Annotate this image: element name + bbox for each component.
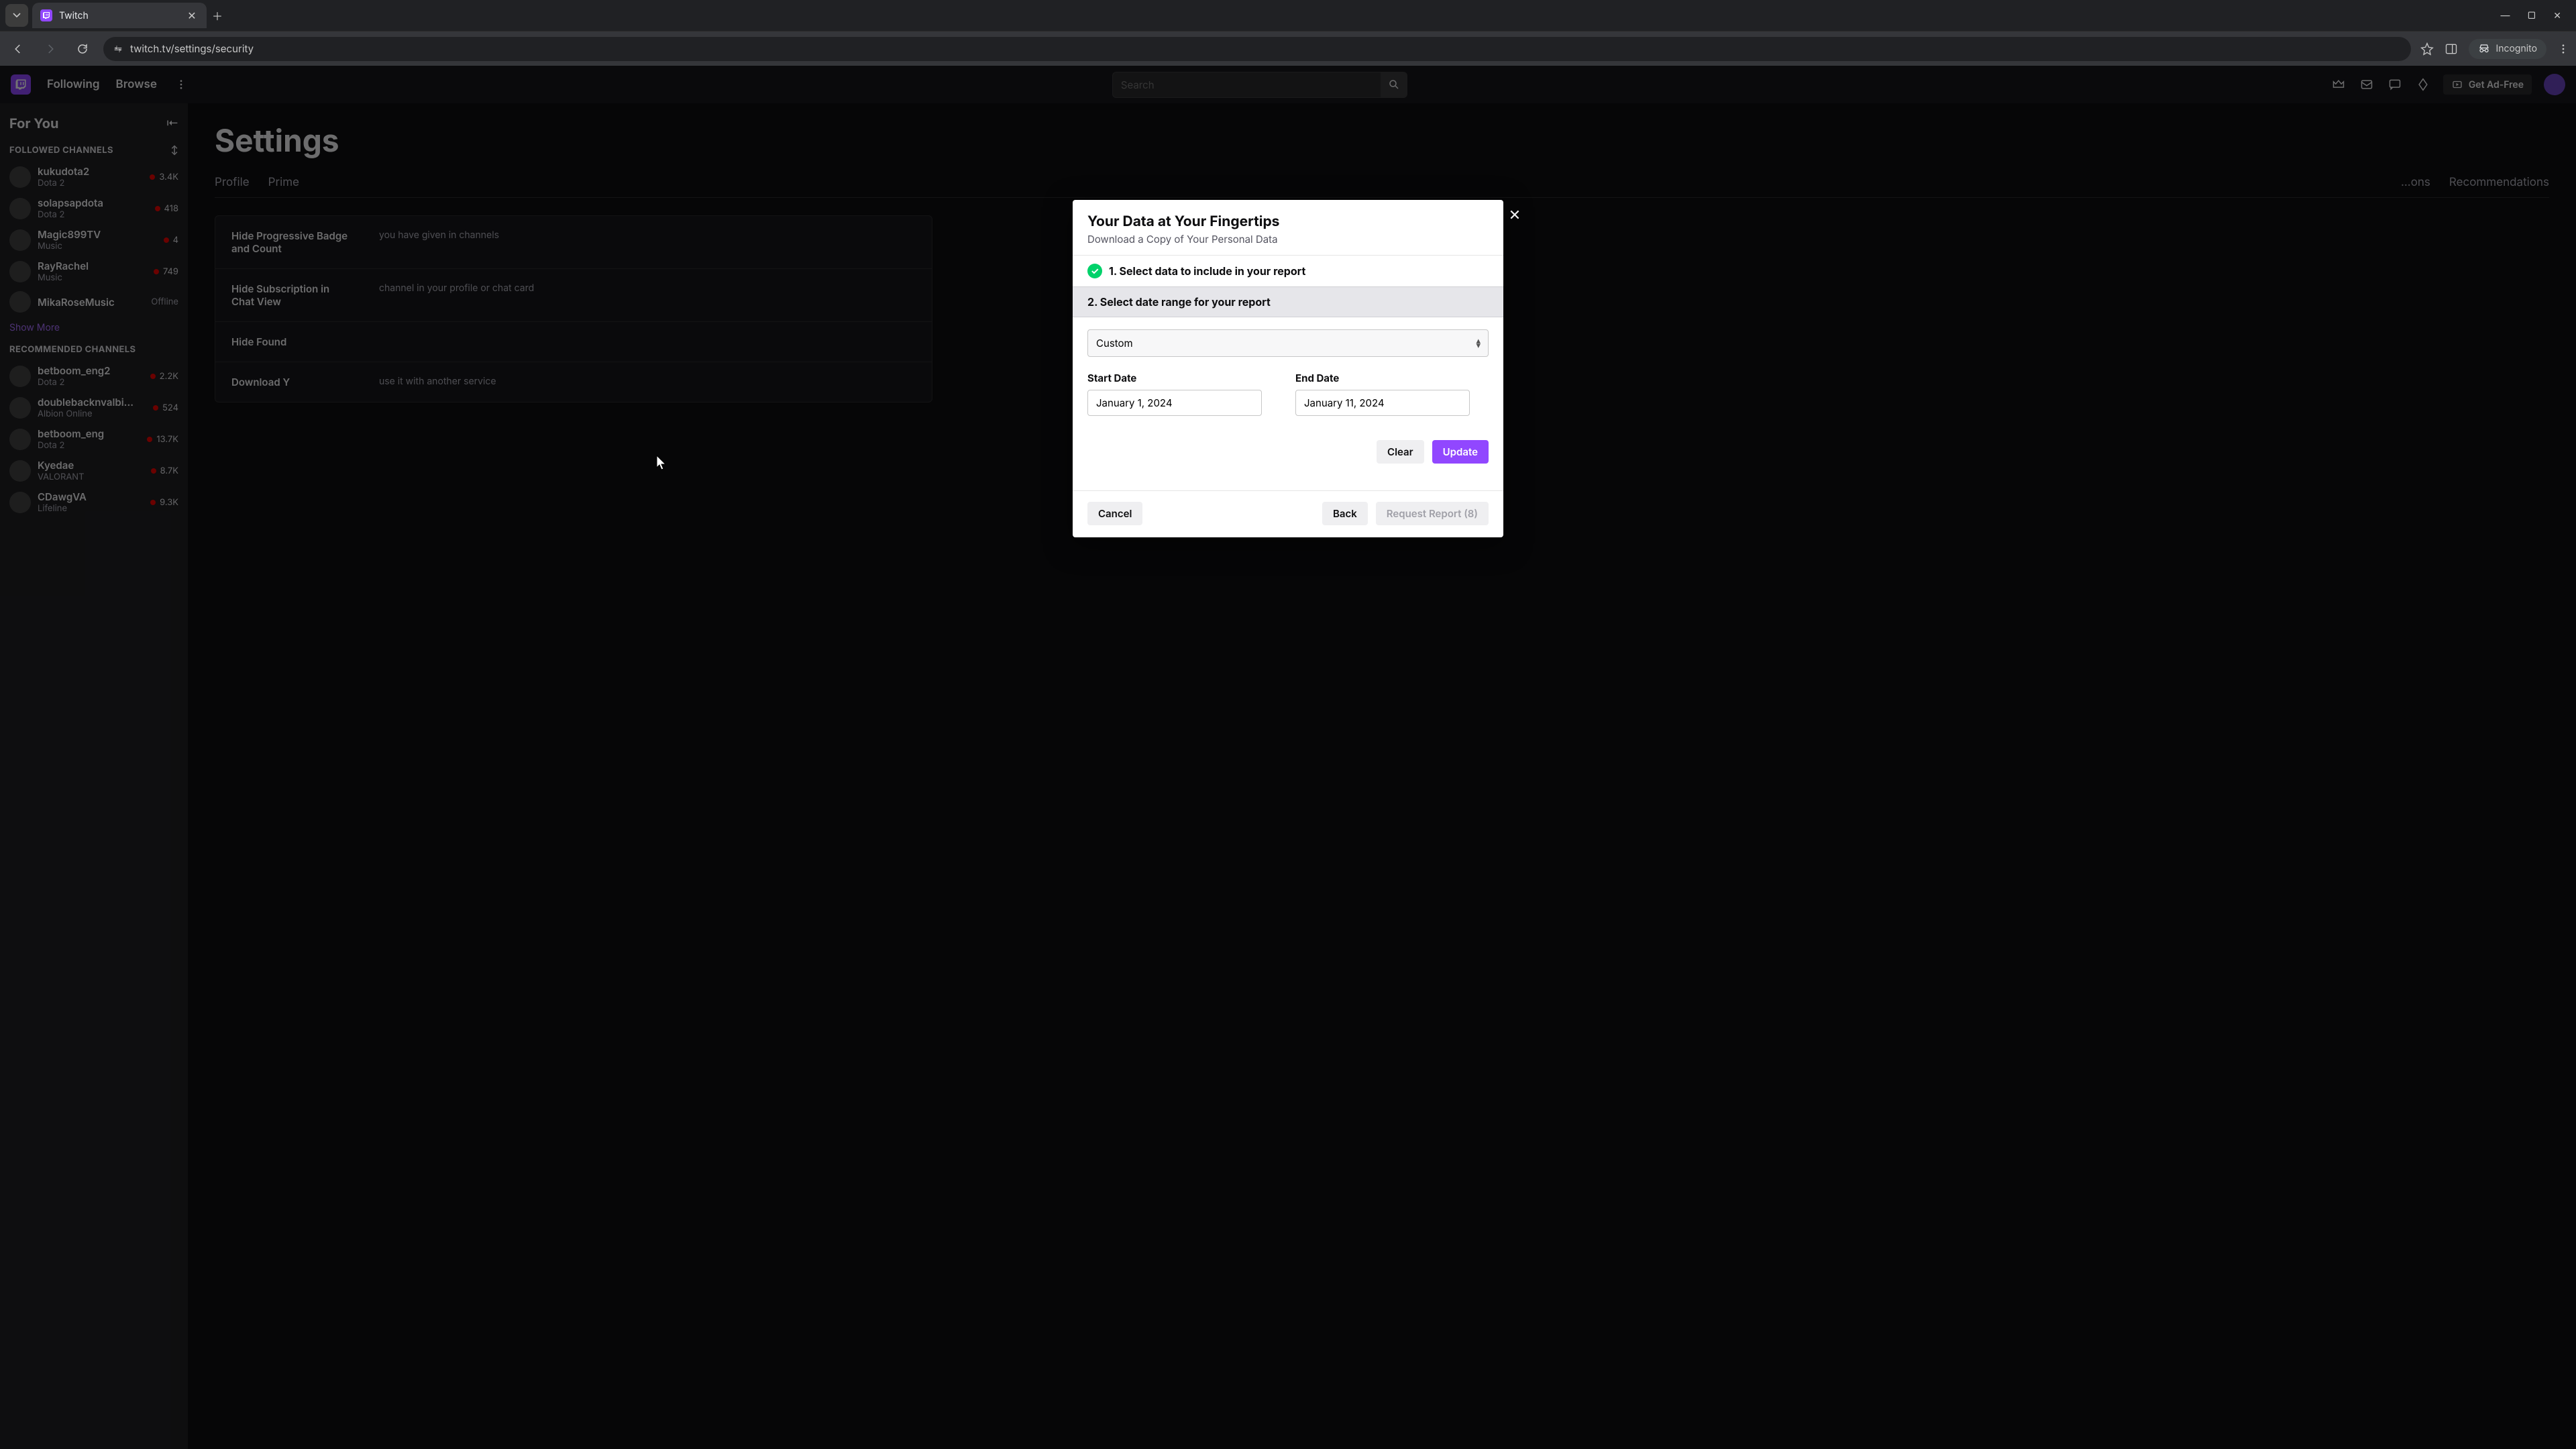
forward-button[interactable] — [39, 38, 62, 60]
step-2-label: 2. Select date range for your report — [1087, 295, 1271, 309]
update-button[interactable]: Update — [1432, 440, 1489, 464]
minimize-icon[interactable]: — — [2500, 10, 2510, 21]
download-data-modal: ✕ Your Data at Your Fingertips Download … — [1073, 200, 1503, 537]
url-text: twitch.tv/settings/security — [130, 42, 254, 55]
modal-title: Your Data at Your Fingertips — [1087, 213, 1489, 230]
browser-tab[interactable]: Twitch ✕ — [32, 3, 207, 28]
incognito-label: Incognito — [2496, 43, 2537, 54]
request-report-button[interactable]: Request Report (8) — [1376, 502, 1489, 525]
chevron-down-icon — [13, 11, 21, 19]
browser-menu-icon[interactable] — [2557, 43, 2569, 55]
back-button[interactable] — [7, 38, 30, 60]
check-icon: ✓ — [1087, 264, 1102, 278]
modal-subtitle: Download a Copy of Your Personal Data — [1087, 233, 1489, 246]
window-controls: — ▢ ✕ — [2500, 10, 2571, 21]
twitch-favicon-icon — [40, 9, 52, 21]
page: Following Browse Get Ad-Free — [0, 66, 2576, 1449]
maximize-icon[interactable]: ▢ — [2527, 10, 2536, 21]
start-date-label: Start Date — [1087, 372, 1262, 384]
tab-strip: Twitch ✕ ＋ — ▢ ✕ — [0, 0, 2576, 31]
end-date-input[interactable] — [1295, 390, 1470, 416]
url-input[interactable]: twitch.tv/settings/security — [103, 37, 2411, 61]
back-button-modal[interactable]: Back — [1322, 502, 1368, 525]
address-bar: twitch.tv/settings/security Incognito — [0, 31, 2576, 66]
date-range-select[interactable]: Custom — [1087, 329, 1489, 357]
bookmark-icon[interactable] — [2420, 42, 2434, 56]
tab-title: Twitch — [59, 10, 178, 21]
step-1-label: 1. Select data to include in your report — [1109, 264, 1305, 278]
step-1[interactable]: ✓ 1. Select data to include in your repo… — [1073, 255, 1503, 286]
incognito-icon — [2478, 43, 2490, 55]
side-panel-icon[interactable] — [2445, 42, 2458, 56]
start-date-input[interactable] — [1087, 390, 1262, 416]
modal-close-button[interactable]: ✕ — [1505, 205, 1525, 225]
end-date-label: End Date — [1295, 372, 1470, 384]
browser-chrome: Twitch ✕ ＋ — ▢ ✕ twitch.tv/settings/secu… — [0, 0, 2576, 66]
site-settings-icon — [113, 44, 123, 54]
step-2: 2. Select date range for your report — [1073, 286, 1503, 317]
new-tab-button[interactable]: ＋ — [211, 7, 224, 23]
clear-button[interactable]: Clear — [1377, 440, 1424, 464]
tab-list-dropdown[interactable] — [5, 4, 28, 27]
incognito-indicator[interactable]: Incognito — [2469, 39, 2546, 59]
cancel-button[interactable]: Cancel — [1087, 502, 1142, 525]
close-tab-icon[interactable]: ✕ — [185, 9, 199, 22]
close-window-icon[interactable]: ✕ — [2553, 10, 2561, 21]
reload-button[interactable] — [71, 38, 94, 60]
